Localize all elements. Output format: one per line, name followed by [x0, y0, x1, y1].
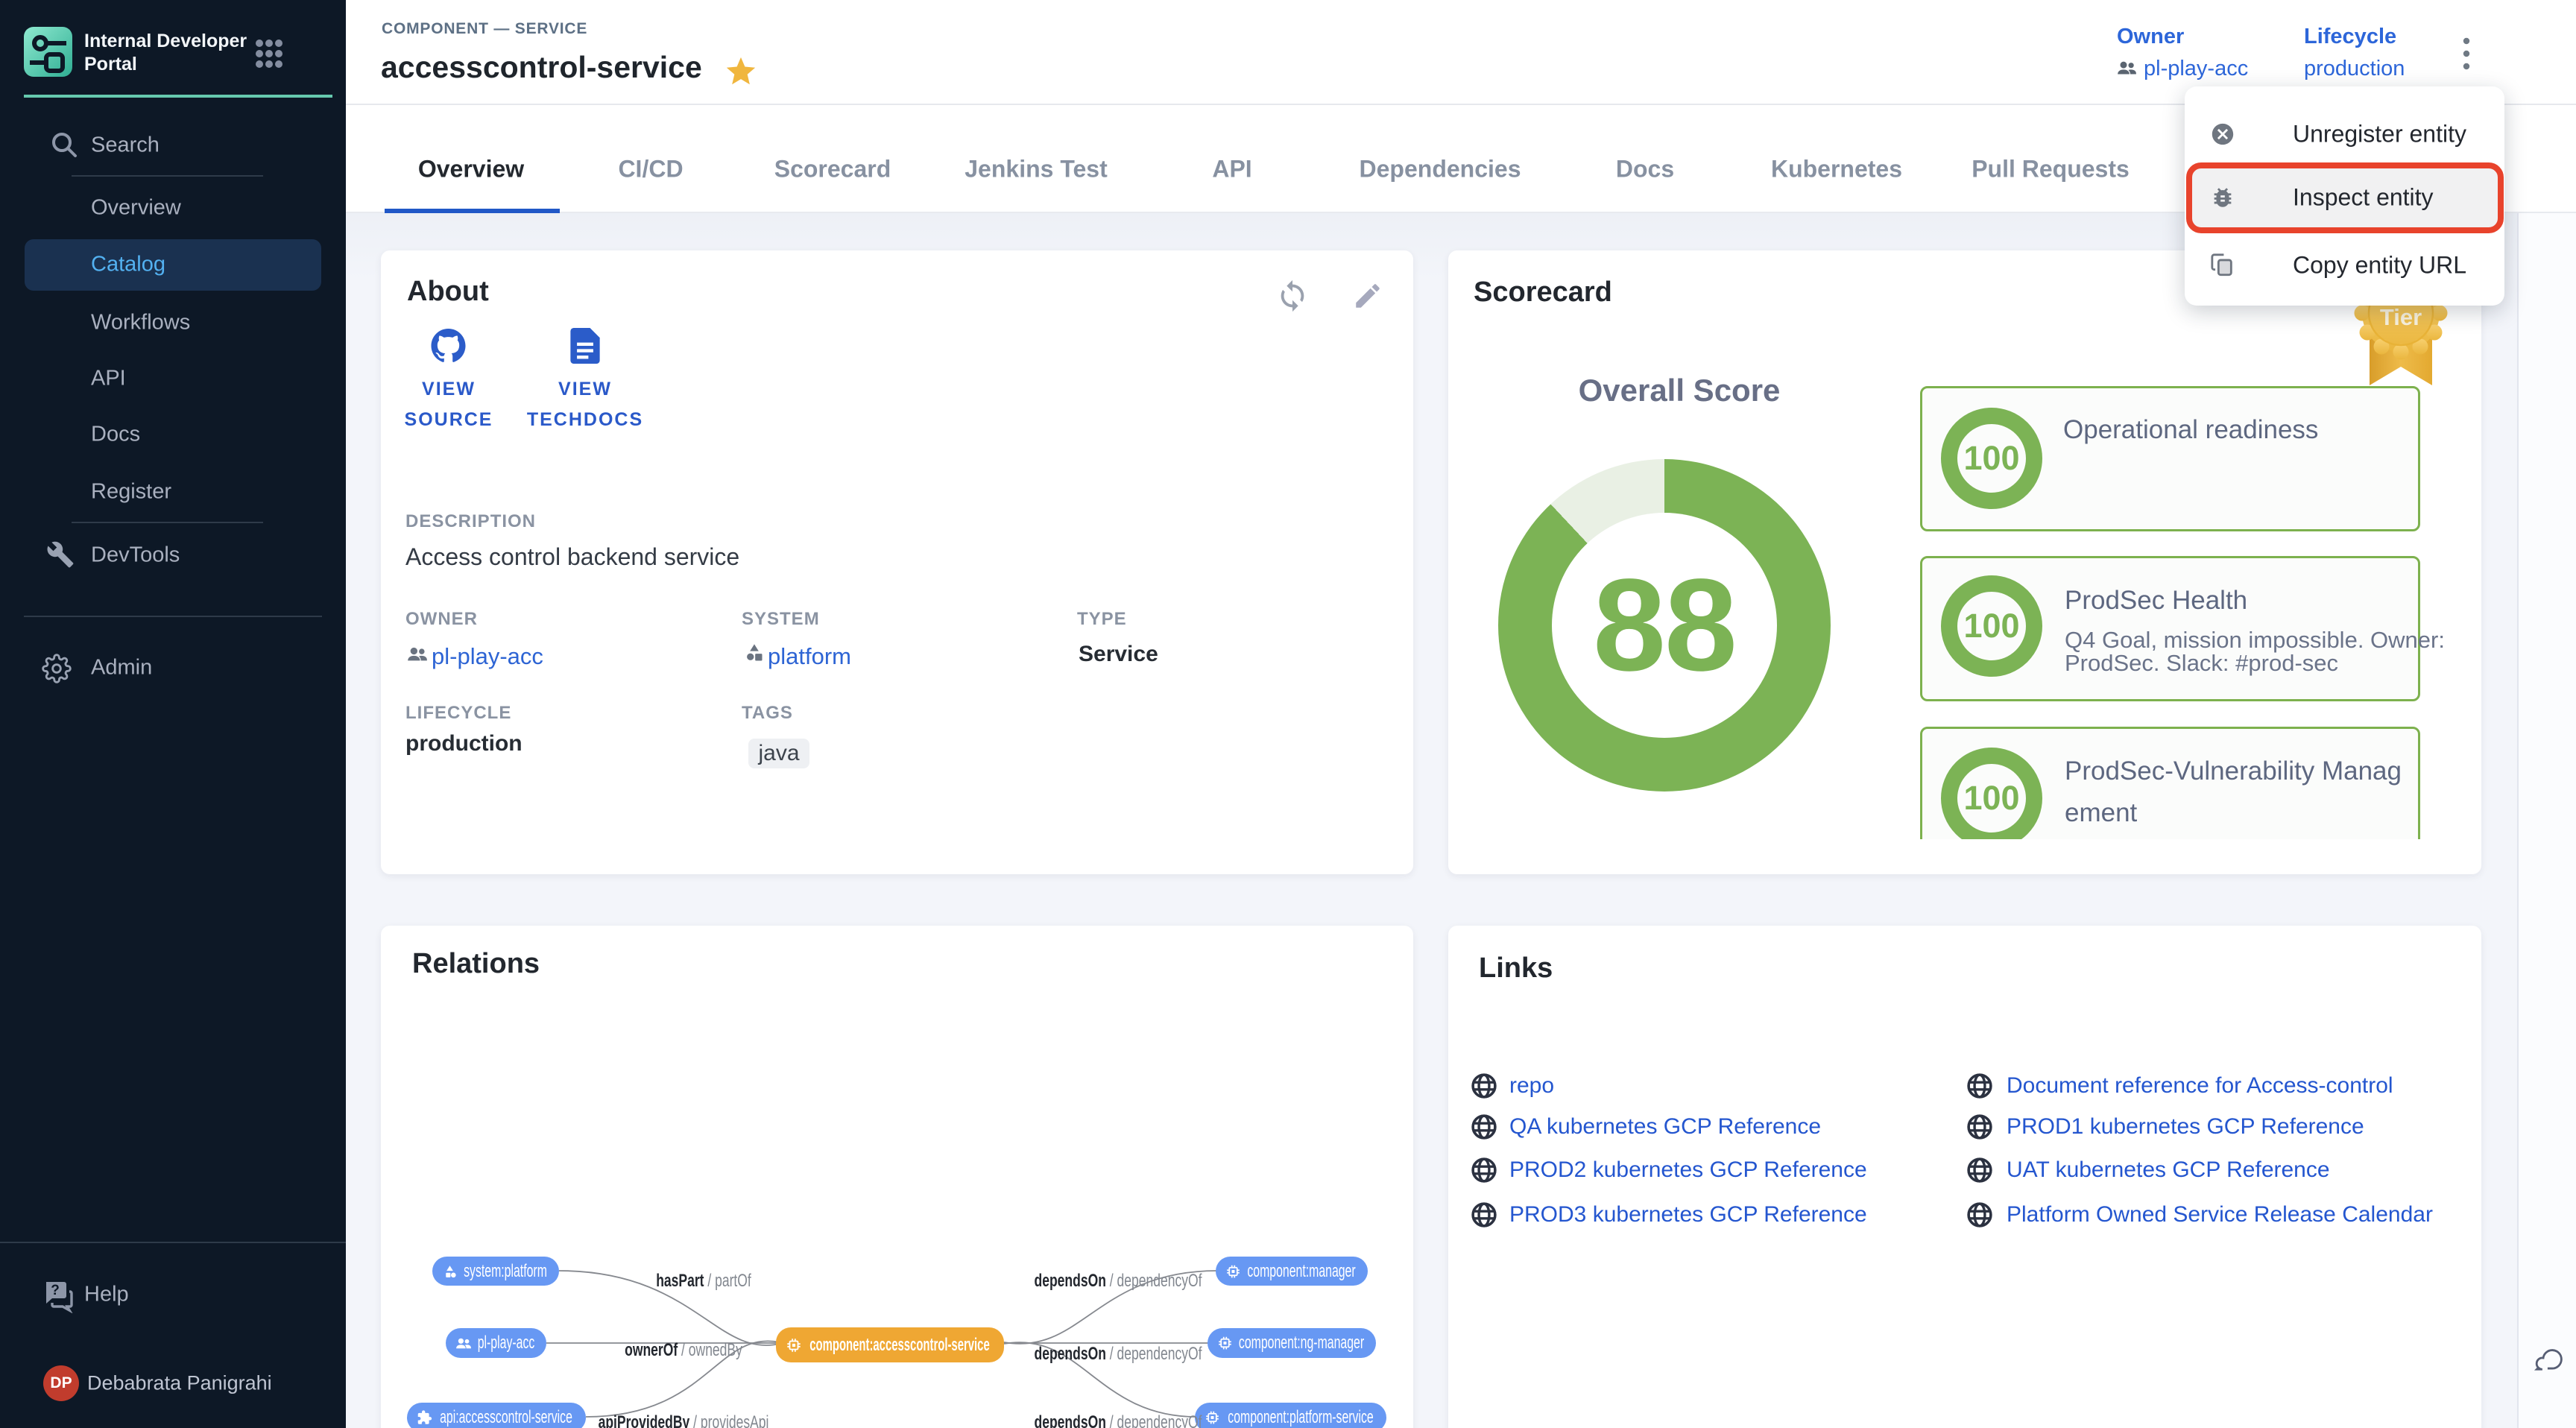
svg-text:?: ?: [51, 1283, 60, 1298]
svg-text:Tier: Tier: [2380, 304, 2422, 330]
